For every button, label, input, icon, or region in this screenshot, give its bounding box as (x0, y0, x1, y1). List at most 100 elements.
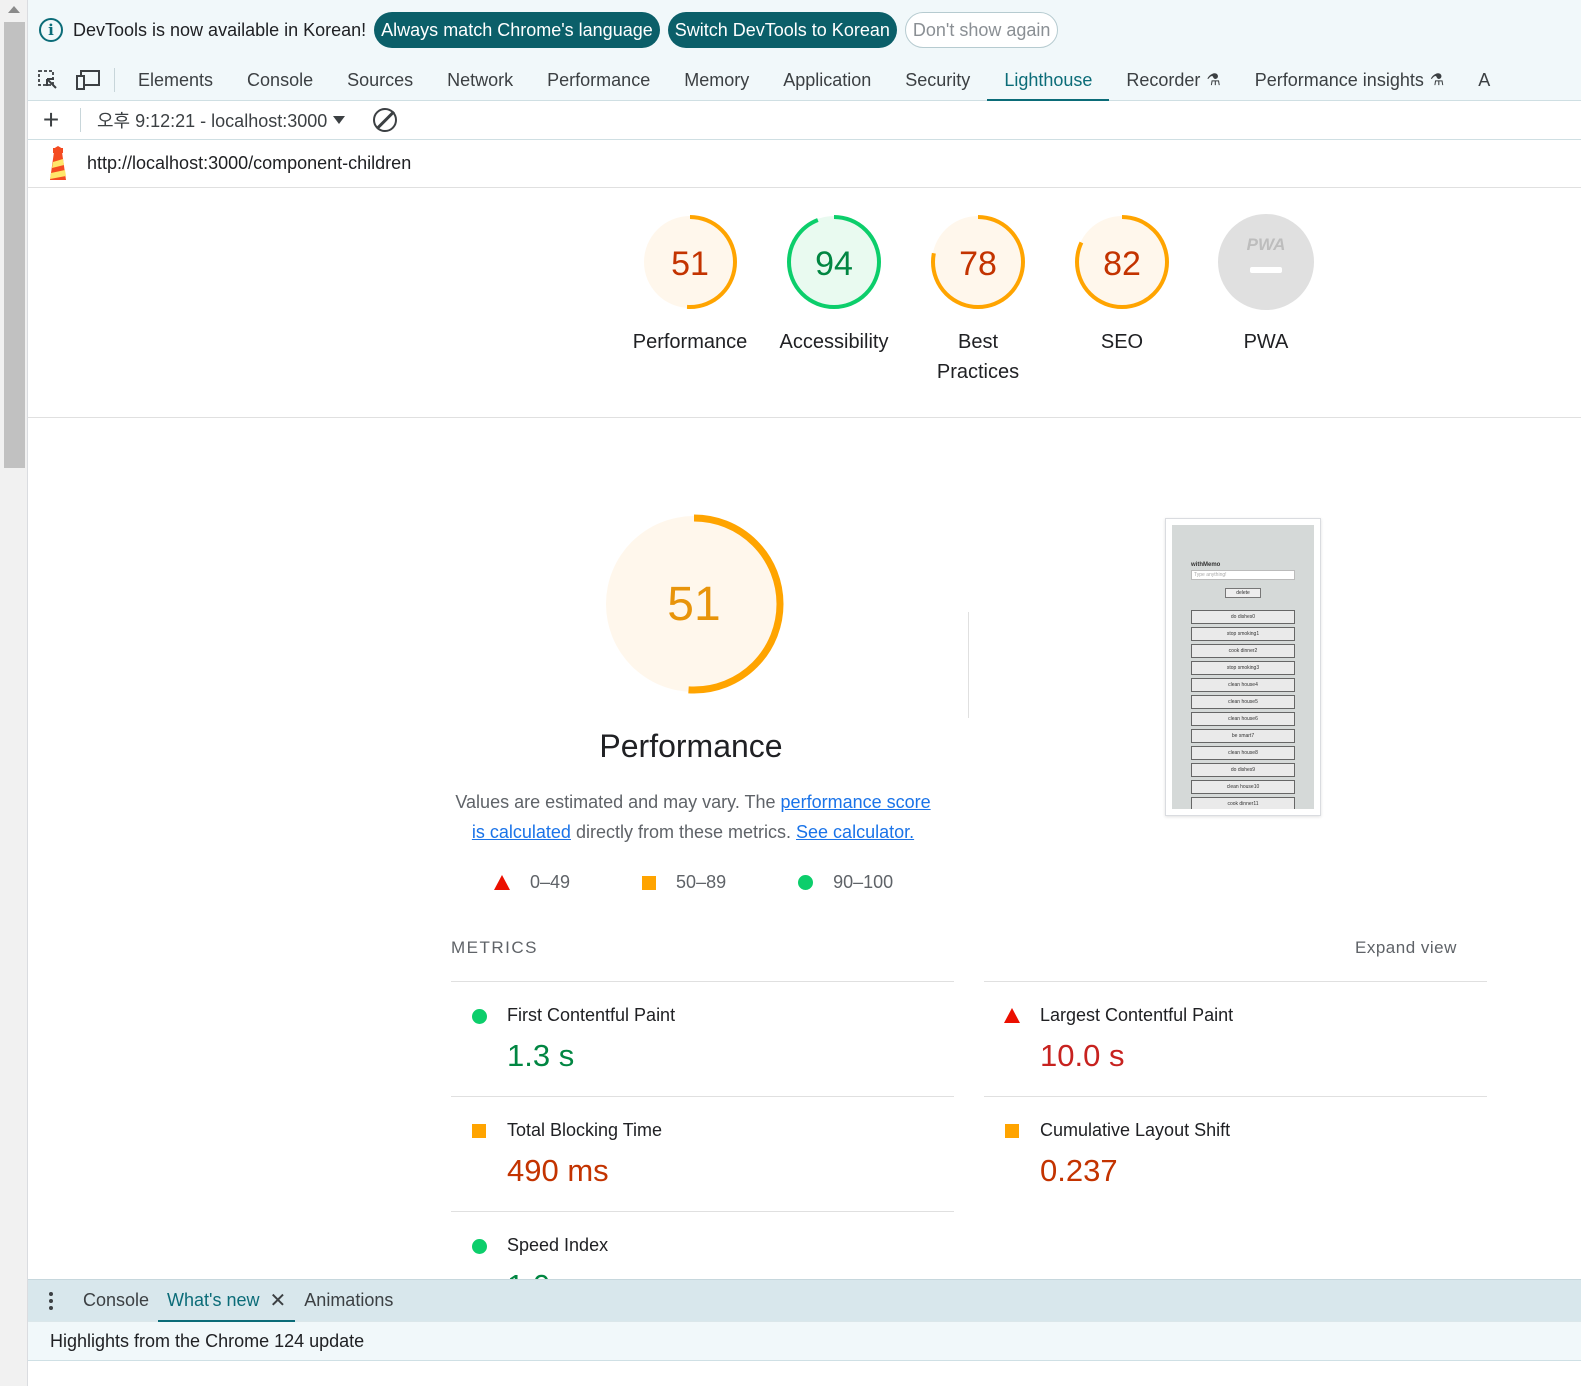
metric-fcp: First Contentful Paint 1.3 s (451, 981, 954, 1097)
tab-performance[interactable]: Performance (530, 60, 667, 101)
metric-label: Largest Contentful Paint (1040, 1005, 1234, 1025)
metric-value: 490 ms (507, 1153, 609, 1188)
screenshot-list-item: do dishes9 (1191, 763, 1295, 777)
performance-description: Values are estimated and may vary. The p… (453, 787, 933, 847)
legend-fail-label: 0–49 (530, 872, 571, 892)
flask-icon: ⚗ (1429, 72, 1445, 89)
tab-overflow[interactable]: A (1461, 60, 1507, 101)
metric-label: Cumulative Layout Shift (1040, 1120, 1231, 1140)
gauge-score: 94 (815, 245, 853, 283)
gauge-label: PWA (1243, 331, 1289, 353)
tab-performance-insights-label: Performance insights (1254, 69, 1424, 90)
fail-triangle-icon (1004, 1008, 1020, 1023)
gauge-label: Accessibility (779, 331, 889, 353)
lighthouse-toolbar: + 오후 9:12:21 - localhost:3000 (28, 101, 1581, 140)
gauge-performance[interactable]: 51 Performance (618, 214, 762, 387)
gauge-score: 51 (671, 245, 709, 283)
drawer: Console What's new ✕ Animations Highlight… (28, 1279, 1581, 1386)
gauge-seo[interactable]: 82 SEO (1050, 214, 1194, 387)
gauge-performance-ring: 51 (643, 215, 737, 309)
expand-view-toggle[interactable]: Expand view (1355, 938, 1457, 958)
scrollbar-thumb[interactable] (4, 22, 25, 468)
score-legend: 0–49 50–89 90–100 (494, 872, 965, 893)
switch-to-korean-button[interactable]: Switch DevTools to Korean (667, 12, 897, 48)
clear-icon[interactable] (373, 108, 398, 132)
gauge-seo-ring: 82 (1075, 215, 1169, 309)
screenshot-list-item: clean house10 (1191, 780, 1295, 794)
performance-title: Performance (599, 728, 783, 764)
gauge-score: 82 (1103, 245, 1141, 283)
tab-network[interactable]: Network (430, 60, 530, 101)
tab-recorder[interactable]: Recorder ⚗ (1109, 60, 1237, 101)
gauge-label: Performance (632, 331, 748, 353)
screenshot-list-item: clean house5 (1191, 695, 1295, 709)
gauge-pwa[interactable]: PWA PWA (1194, 214, 1338, 387)
gauge-accessibility[interactable]: 94 Accessibility (762, 214, 906, 387)
pass-circle-icon (798, 875, 814, 890)
screenshot-input: Type anything! (1191, 570, 1295, 580)
legend-average-label: 50–89 (676, 872, 727, 892)
drawer-tab-whats-new-label: What's new (167, 1290, 260, 1310)
lighthouse-logo (45, 145, 71, 182)
close-icon[interactable]: ✕ (270, 1288, 287, 1313)
final-screenshot[interactable]: withMemo Type anything! delete do dishes… (1165, 518, 1321, 816)
legend-pass-label: 90–100 (833, 872, 894, 892)
whats-new-highlights[interactable]: Highlights from the Chrome 124 update (28, 1321, 1581, 1361)
gauge-label: SEO (1100, 331, 1144, 353)
drawer-tab-animations[interactable]: Animations (295, 1280, 402, 1322)
drawer-tab-console[interactable]: Console (74, 1280, 158, 1322)
performance-gauge-large: 51 (604, 514, 784, 694)
main-tabbar: Elements Console Sources Network Perform… (28, 60, 1581, 101)
metric-label: Total Blocking Time (507, 1120, 663, 1140)
screenshot-list-item: clean house4 (1191, 678, 1295, 692)
screenshot-delete-button: delete (1225, 588, 1261, 598)
tab-sources[interactable]: Sources (330, 60, 430, 101)
report-select[interactable]: 오후 9:12:21 - localhost:3000 (97, 107, 346, 133)
pass-circle-icon (472, 1239, 487, 1254)
metric-label: First Contentful Paint (507, 1005, 676, 1025)
infobar-message: DevTools is now available in Korean! (73, 19, 367, 40)
tab-security[interactable]: Security (888, 60, 987, 101)
always-match-language-button[interactable]: Always match Chrome's language (374, 12, 660, 48)
page-scrollbar[interactable] (0, 0, 28, 1386)
screenshot-list-item: be smart7 (1191, 729, 1295, 743)
screenshot-title: withMemo (1191, 562, 1221, 568)
pwa-badge-icon: PWA (1218, 214, 1314, 310)
tab-console[interactable]: Console (230, 60, 330, 101)
device-toolbar-icon[interactable] (68, 60, 108, 100)
toolbar-separator (80, 108, 81, 132)
gauge-score: 78 (959, 245, 997, 283)
gauge-best-practices[interactable]: 78 Best Practices (906, 214, 1050, 387)
legend-average: 50–89 (642, 872, 726, 893)
tab-recorder-label: Recorder (1126, 69, 1201, 90)
tab-memory[interactable]: Memory (667, 60, 766, 101)
chevron-down-icon (333, 116, 346, 124)
report-url[interactable]: http://localhost:3000/component-children (87, 153, 411, 174)
kebab-menu-icon[interactable] (28, 1290, 74, 1311)
metric-tbt: Total Blocking Time 490 ms (451, 1096, 954, 1212)
tab-performance-insights[interactable]: Performance insights ⚗ (1238, 60, 1461, 101)
tab-application[interactable]: Application (766, 60, 888, 101)
flask-icon: ⚗ (1206, 72, 1221, 89)
desc-text: directly from these metrics. (570, 822, 792, 842)
screenshot-image: withMemo Type anything! delete do dishes… (1172, 525, 1314, 809)
tab-lighthouse[interactable]: Lighthouse (987, 60, 1110, 101)
gauge-label-line1: Best (957, 331, 999, 353)
scroll-up-arrow-icon[interactable] (8, 6, 20, 13)
metric-cls: Cumulative Layout Shift 0.237 (984, 1096, 1487, 1212)
gauge-label-line2: Practices (936, 361, 1020, 383)
average-square-icon (642, 875, 657, 890)
drawer-tab-whats-new[interactable]: What's new ✕ (158, 1280, 296, 1322)
gauge-accessibility-ring: 94 (787, 215, 881, 309)
legend-pass: 90–100 (798, 872, 893, 893)
report-url-bar: http://localhost:3000/component-children (28, 140, 1581, 188)
tab-elements[interactable]: Elements (121, 60, 230, 101)
gauge-best-practices-ring: 78 (931, 215, 1025, 309)
legend-fail: 0–49 (494, 872, 570, 893)
see-calculator-link[interactable]: See calculator. (796, 822, 914, 842)
screenshot-list-item: stop smoking1 (1191, 627, 1295, 641)
metrics-heading: METRICS (451, 938, 538, 957)
inspect-element-icon[interactable] (28, 60, 68, 100)
dont-show-again-button[interactable]: Don't show again (904, 12, 1059, 48)
plus-icon[interactable]: + (28, 102, 74, 138)
